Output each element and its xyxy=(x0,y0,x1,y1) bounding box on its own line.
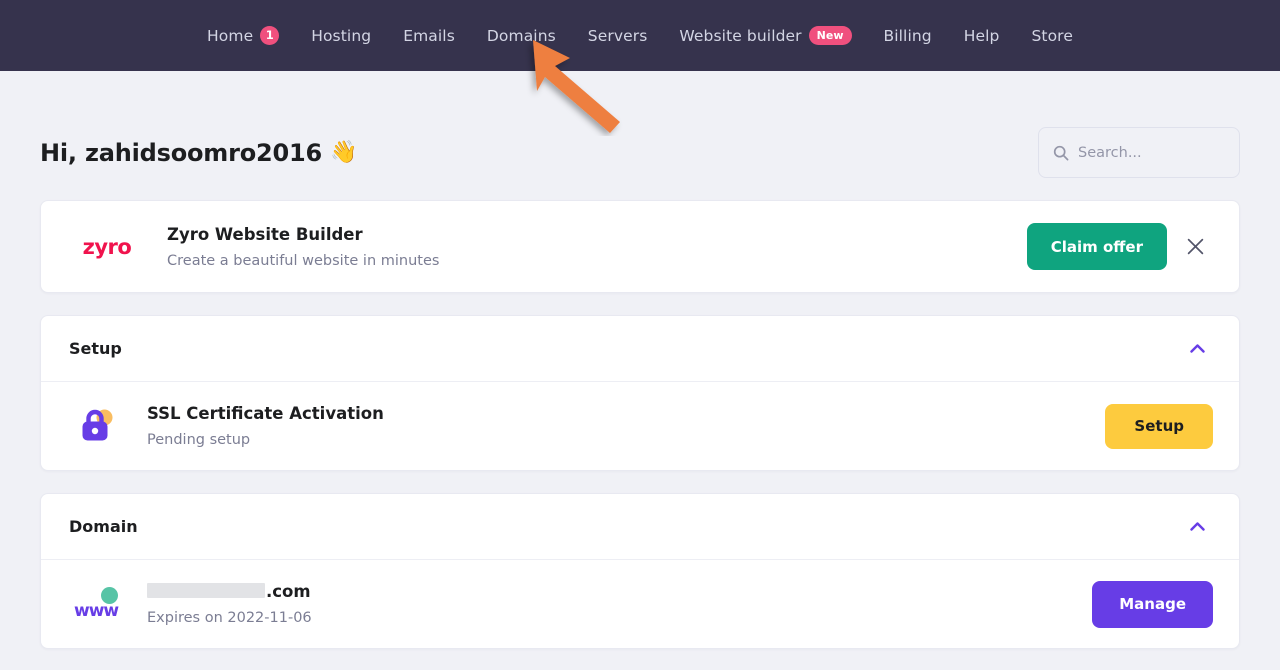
domain-row: www .com Expires on 2022-11-06 Manage xyxy=(41,560,1239,648)
ssl-row-status: Pending setup xyxy=(147,432,1105,448)
chevron-up-icon xyxy=(1190,344,1205,353)
ssl-row-title: SSL Certificate Activation xyxy=(147,404,1105,423)
domain-manage-button[interactable]: Manage xyxy=(1092,581,1213,628)
search-icon xyxy=(1053,145,1069,161)
promo-banner: zyro Zyro Website Builder Create a beaut… xyxy=(41,201,1239,292)
search-input[interactable]: Search... xyxy=(1038,127,1240,178)
domain-expiry-text: Expires on 2022-11-06 xyxy=(147,610,1092,626)
nav-item-label: Hosting xyxy=(311,27,371,45)
nav-item-store[interactable]: Store xyxy=(1015,0,1088,71)
nav-item-billing[interactable]: Billing xyxy=(868,0,948,71)
page-header-row: Hi, zahidsoomro2016 👋 Search... xyxy=(40,71,1240,200)
setup-section-title: Setup xyxy=(69,339,122,358)
nav-item-website-builder[interactable]: Website builder New xyxy=(663,0,867,71)
domain-section-header[interactable]: Domain xyxy=(41,494,1239,560)
www-icon-label: www xyxy=(74,601,118,621)
ssl-row-icon xyxy=(65,407,129,445)
nav-list: Home 1 Hosting Emails Domains Servers We… xyxy=(191,0,1089,71)
domain-section-card: Domain www .com Expires on 2022-11-06 xyxy=(40,493,1240,649)
nav-item-label: Domains xyxy=(487,27,556,45)
wave-emoji-icon: 👋 xyxy=(330,140,357,165)
domain-row-icon: www xyxy=(65,587,129,621)
domain-tld: .com xyxy=(266,582,311,601)
claim-offer-button[interactable]: Claim offer xyxy=(1027,223,1167,270)
redacted-domain-name xyxy=(147,583,265,598)
domain-name: .com xyxy=(147,582,1092,601)
zyro-logo: zyro xyxy=(65,235,149,259)
promo-banner-subtitle: Create a beautiful website in minutes xyxy=(167,253,1027,269)
nav-item-help[interactable]: Help xyxy=(948,0,1016,71)
nav-item-label: Home xyxy=(207,27,253,45)
nav-item-label: Emails xyxy=(403,27,455,45)
promo-banner-text: Zyro Website Builder Create a beautiful … xyxy=(149,225,1027,269)
nav-item-label: Help xyxy=(964,27,1000,45)
nav-badge-count: 1 xyxy=(260,26,279,45)
page-content: Hi, zahidsoomro2016 👋 Search... zyro Zyr… xyxy=(0,71,1280,649)
domain-section-title: Domain xyxy=(69,517,138,536)
nav-item-domains[interactable]: Domains xyxy=(471,0,572,71)
lock-icon xyxy=(79,407,115,445)
close-icon xyxy=(1187,238,1204,255)
setup-section-header[interactable]: Setup xyxy=(41,316,1239,382)
nav-item-hosting[interactable]: Hosting xyxy=(295,0,387,71)
nav-item-label: Billing xyxy=(884,27,932,45)
setup-section-card: Setup SSL Certificate Activation Pending… xyxy=(40,315,1240,471)
domain-collapse-toggle[interactable] xyxy=(1183,513,1211,541)
nav-item-label: Servers xyxy=(588,27,648,45)
setup-collapse-toggle[interactable] xyxy=(1183,335,1211,363)
ssl-setup-button[interactable]: Setup xyxy=(1105,404,1213,449)
nav-item-label: Store xyxy=(1031,27,1072,45)
domain-row-text: .com Expires on 2022-11-06 xyxy=(129,582,1092,626)
nav-item-label: Website builder xyxy=(679,27,801,45)
greeting-text: Hi, zahidsoomro2016 xyxy=(40,139,322,167)
nav-item-emails[interactable]: Emails xyxy=(387,0,471,71)
promo-banner-card: zyro Zyro Website Builder Create a beaut… xyxy=(40,200,1240,293)
ssl-row-text: SSL Certificate Activation Pending setup xyxy=(129,404,1105,448)
main-navigation-bar: Home 1 Hosting Emails Domains Servers We… xyxy=(0,0,1280,71)
page-title: Hi, zahidsoomro2016 👋 xyxy=(40,139,357,167)
nav-item-servers[interactable]: Servers xyxy=(572,0,664,71)
nav-badge-new: New xyxy=(809,26,852,45)
dismiss-banner-button[interactable] xyxy=(1177,229,1213,265)
nav-item-home[interactable]: Home 1 xyxy=(191,0,295,71)
promo-banner-title: Zyro Website Builder xyxy=(167,225,1027,244)
ssl-certificate-row: SSL Certificate Activation Pending setup… xyxy=(41,382,1239,470)
search-placeholder-text: Search... xyxy=(1078,145,1142,161)
chevron-up-icon xyxy=(1190,522,1205,531)
www-icon: www xyxy=(74,587,120,621)
